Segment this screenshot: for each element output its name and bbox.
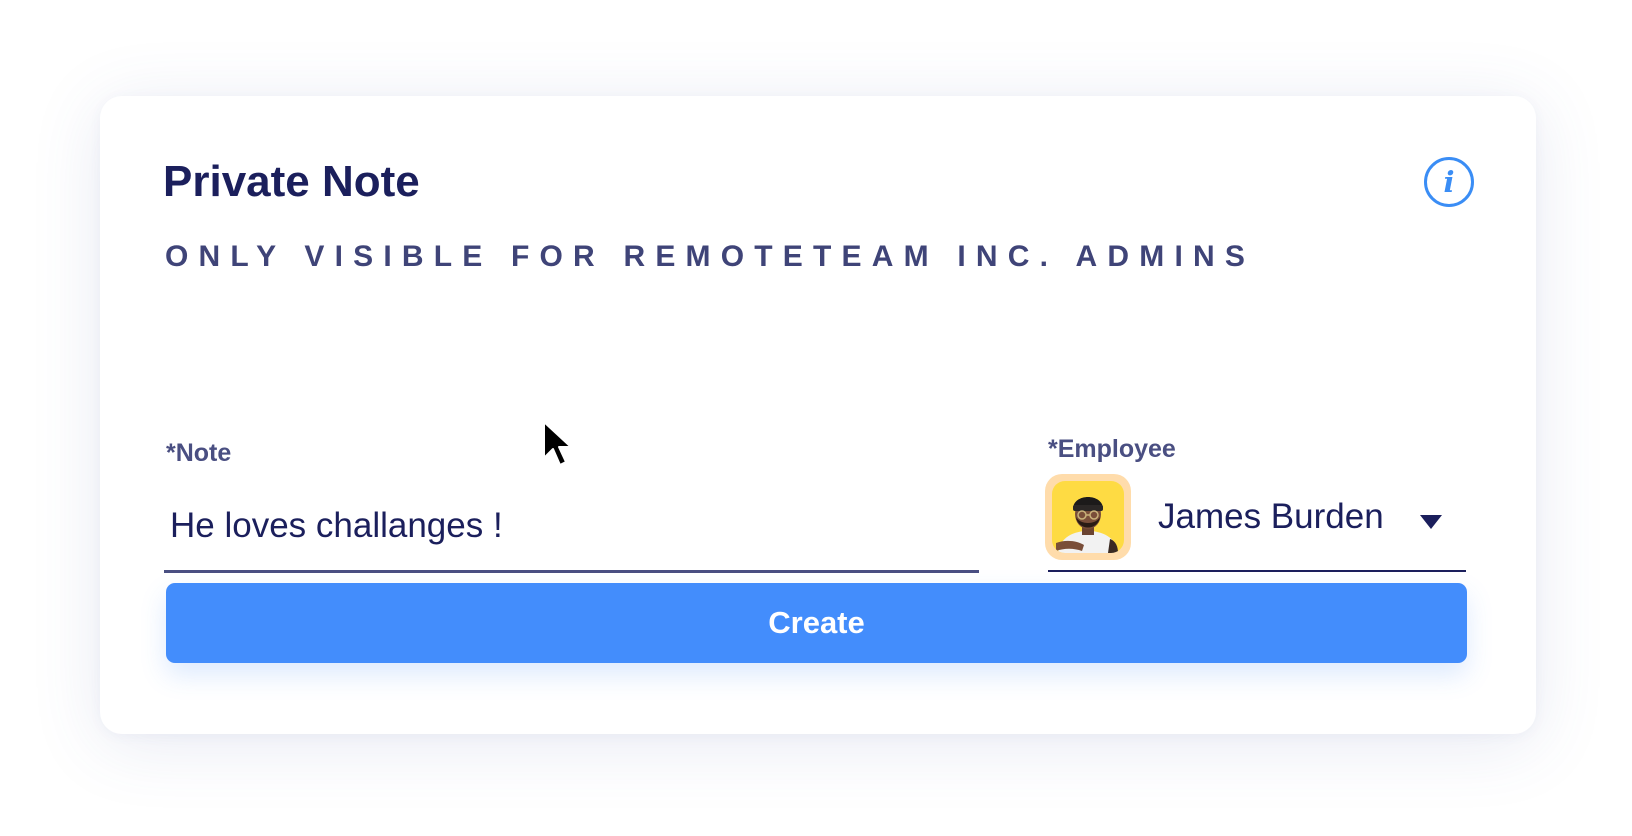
- card-title: Private Note: [163, 157, 420, 206]
- person-photo-icon: [1056, 497, 1118, 553]
- visibility-subtitle: ONLY VISIBLE FOR REMOTETEAM INC. ADMINS: [165, 240, 1256, 273]
- create-button[interactable]: Create: [166, 583, 1467, 663]
- note-field: [164, 486, 979, 573]
- employee-label: *Employee: [1048, 435, 1176, 463]
- employee-avatar: [1045, 474, 1131, 560]
- info-icon[interactable]: i: [1424, 157, 1474, 207]
- note-label: *Note: [166, 439, 232, 467]
- employee-select[interactable]: James Burden: [1045, 474, 1466, 572]
- caret-down-icon[interactable]: [1420, 515, 1442, 529]
- note-input[interactable]: [170, 506, 960, 546]
- private-note-card: Private Note i ONLY VISIBLE FOR REMOTETE…: [100, 96, 1536, 734]
- employee-name: James Burden: [1158, 497, 1384, 536]
- avatar-image: [1052, 481, 1124, 553]
- mouse-pointer-icon: [543, 421, 572, 466]
